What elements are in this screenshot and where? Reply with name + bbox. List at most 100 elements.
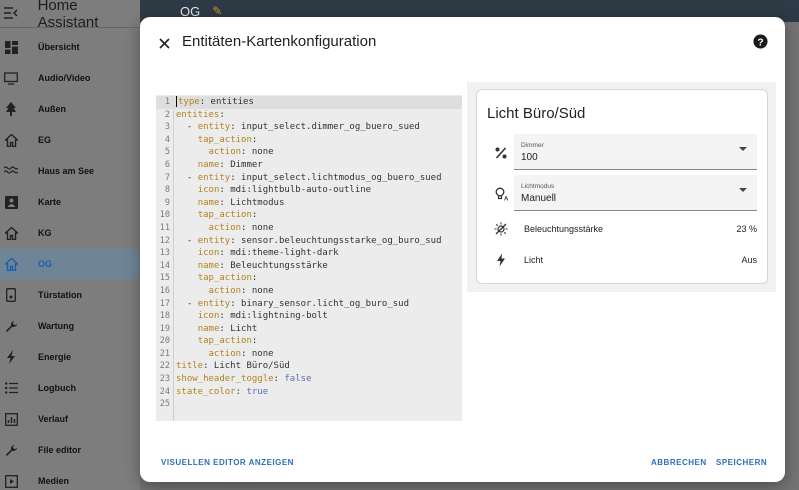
sidebar-item-wartung[interactable]: Wartung: [0, 311, 140, 341]
wrench-icon: [4, 319, 18, 333]
sidebar-item-außen[interactable]: Außen: [0, 94, 140, 124]
licht-row[interactable]: Licht Aus: [477, 251, 769, 271]
line-number: 24: [159, 386, 170, 397]
line-number: 17: [159, 298, 170, 309]
sidebar-item-label: OG: [38, 259, 53, 269]
line-number: 14: [159, 260, 170, 271]
sidebar-item-energie[interactable]: Energie: [0, 342, 140, 372]
home-icon: [4, 226, 18, 240]
sidebar-item-karte[interactable]: Karte: [0, 187, 140, 217]
code-text: name: Licht: [197, 323, 258, 334]
code-text: icon: mdi:lightbulb-auto-outline: [197, 185, 372, 196]
sidebar-item-haus-am-see[interactable]: Haus am See: [0, 156, 140, 186]
entity-name: Licht: [524, 255, 544, 265]
sidebar-item-verlauf[interactable]: Verlauf: [0, 404, 140, 434]
doorbell-icon: [4, 288, 18, 302]
code-text: action: none: [208, 348, 274, 359]
code-line: 18 icon: mdi:lightning-bolt: [156, 310, 462, 323]
code-text: name: Beleuchtungsstärke: [197, 260, 328, 271]
text-cursor: [176, 96, 177, 107]
code-text: tap_action:: [197, 134, 258, 145]
svg-text:?: ?: [757, 37, 763, 48]
sidebar-item-eg[interactable]: EG: [0, 125, 140, 155]
sidebar-item-audio-video[interactable]: Audio/Video: [0, 63, 140, 93]
sidebar-item-türstation[interactable]: Türstation: [0, 280, 140, 310]
line-number: 12: [159, 235, 170, 246]
save-button[interactable]: SPEICHERN: [716, 458, 767, 467]
lichtmodus-select[interactable]: Lichtmodus Manuell: [514, 175, 757, 211]
sidebar-item-kg[interactable]: KG: [0, 218, 140, 248]
cancel-button[interactable]: ABBRECHEN: [651, 458, 707, 467]
sidebar-item-og[interactable]: OG: [0, 249, 140, 279]
code-line: 14 name: Beleuchtungsstärke: [156, 260, 462, 273]
code-line: 5 action: none: [156, 146, 462, 159]
code-line: 13 icon: mdi:theme-light-dark: [156, 247, 462, 260]
code-line: 20 tap_action:: [156, 335, 462, 348]
code-line: 1 type: entities: [156, 96, 462, 109]
entity-name: Beleuchtungsstärke: [524, 224, 604, 234]
line-number: 3: [164, 122, 170, 133]
code-lines: 1 type: entities 2 entities: 3 - entity: inp…: [156, 96, 462, 411]
sidebar-item-logbuch[interactable]: Logbuch: [0, 373, 140, 403]
list-icon: [4, 381, 18, 395]
dialog-title: Entitäten-Kartenkonfiguration: [182, 33, 377, 50]
sidebar-item-file-editor[interactable]: File editor: [0, 435, 140, 465]
code-text: name: Lichtmodus: [197, 197, 285, 208]
svg-text:A: A: [504, 197, 508, 202]
entity-state: Aus: [741, 255, 757, 265]
play-icon: [4, 474, 18, 488]
sidebar-item-medien[interactable]: Medien: [0, 466, 140, 490]
show-visual-editor-button[interactable]: VISUELLEN EDITOR ANZEIGEN: [161, 458, 294, 467]
sidebar-item-übersicht[interactable]: Übersicht: [0, 32, 140, 62]
line-number: 21: [159, 348, 170, 359]
code-line: 16 action: none: [156, 285, 462, 298]
code-line: 7 - entity: input_select.lichtmodus_og_b…: [156, 172, 462, 185]
code-line: 9 name: Lichtmodus: [156, 197, 462, 210]
line-number: 5: [164, 147, 170, 158]
dimmer-select[interactable]: Dimmer 100: [514, 134, 757, 170]
code-text: state_color: true: [176, 386, 269, 397]
home-icon: [4, 133, 18, 147]
menu-collapse-icon[interactable]: [4, 6, 28, 22]
lichtmodus-select-row: A Lichtmodus Manuell: [477, 175, 769, 211]
help-icon[interactable]: ?: [753, 34, 769, 50]
code-line: 21 action: none: [156, 348, 462, 361]
code-text: tap_action:: [197, 336, 258, 347]
yaml-code-editor[interactable]: 1 type: entities 2 entities: 3 - entity: inp…: [156, 95, 462, 421]
chevron-down-icon: [739, 147, 747, 151]
sidebar-item-label: Medien: [38, 476, 70, 486]
sidebar-item-label: Energie: [38, 352, 72, 362]
sidebar-item-label: File editor: [38, 445, 82, 455]
pencil-icon[interactable]: ✎: [212, 4, 222, 18]
lightning-icon: [4, 350, 18, 364]
line-number: 6: [164, 159, 170, 170]
code-line: 4 tap_action:: [156, 134, 462, 147]
dimmer-label: Dimmer: [521, 142, 544, 149]
beleuchtungsstaerke-row[interactable]: Beleuchtungsstärke 23 %: [477, 220, 769, 240]
theme-light-dark-icon: [494, 222, 508, 236]
chart-icon: [4, 412, 18, 426]
code-line: 17 - entity: binary_sensor.licht_og_buro…: [156, 298, 462, 311]
line-number: 1: [164, 97, 170, 107]
code-text: - entity: input_select.dimmer_og_buero_s…: [176, 122, 420, 133]
line-number: 20: [159, 336, 170, 347]
lightning-bolt-icon: [494, 253, 508, 267]
line-number: 23: [159, 374, 170, 385]
sidebar-item-label: Logbuch: [38, 383, 76, 393]
app-title: Home Assistant: [37, 0, 99, 31]
code-line: 12 - entity: sensor.beleuchtungsstarke_o…: [156, 235, 462, 248]
code-line: 25: [156, 398, 462, 411]
code-line: 23 show_header_toggle: false: [156, 373, 462, 386]
dimmer-value: 100: [521, 152, 538, 163]
sidebar-item-label: KG: [38, 228, 52, 238]
entity-state: 23 %: [736, 224, 757, 234]
line-number: 15: [159, 273, 170, 284]
line-number: 10: [159, 210, 170, 221]
entities-card-preview: Licht Büro/Süd Dimmer 100 A Lichtmodus M…: [476, 89, 768, 284]
dimmer-select-row: Dimmer 100: [477, 134, 769, 170]
code-line: 6 name: Dimmer: [156, 159, 462, 172]
code-text: - entity: sensor.beleuchtungsstarke_og_b…: [176, 235, 442, 246]
line-number: 16: [159, 285, 170, 296]
close-icon[interactable]: [156, 35, 172, 51]
